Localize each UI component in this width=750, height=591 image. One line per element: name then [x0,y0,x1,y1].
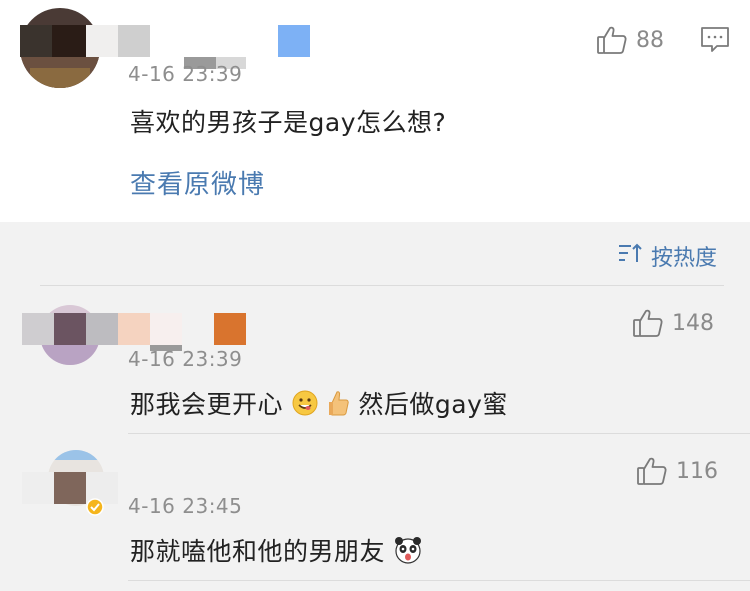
comment-timestamp: 4-16 23:45 [128,494,243,518]
post-like-count: 88 [636,27,664,53]
grin-emoji-icon [291,389,319,423]
post-timestamp: 4-16 23:39 [128,62,243,86]
sort-icon [617,242,643,270]
divider [40,285,724,286]
post-text: 喜欢的男孩子是gay怎么想? [130,108,447,137]
sort-label: 按热度 [651,246,718,271]
comment-like-button[interactable]: 148 [632,307,714,339]
comment-timestamp: 4-16 23:39 [128,347,243,371]
post-card: 4-16 23:39 喜欢的男孩子是gay怎么想? 查看原微博 88 [0,0,750,222]
thumbs-up-icon [636,455,668,487]
comment-like-count: 116 [676,458,718,484]
thumbs-up-icon [596,24,628,56]
comment-text: 那我会更开心 然后做gay蜜 [130,385,508,423]
comment-text: 那就嗑他和他的男朋友 [130,532,423,571]
view-original-link[interactable]: 查看原微博 [130,164,265,201]
comment-text-part: 然后做gay蜜 [358,390,508,419]
comment-text-part: 那就嗑他和他的男朋友 [130,537,386,566]
comment-text-part: 那我会更开心 [130,390,284,419]
panda-emoji-icon [393,535,423,571]
comment-like-count: 148 [672,310,714,336]
thumbs-up-emoji-icon [328,389,350,423]
comment-like-button[interactable]: 116 [636,455,718,487]
comment-icon[interactable] [700,26,730,58]
verified-badge-icon [86,498,104,520]
post-like-button[interactable]: 88 [596,24,664,56]
thumbs-up-icon [632,307,664,339]
divider [128,433,750,434]
sort-by-hot-button[interactable]: 按热度 [617,240,717,272]
divider [128,580,750,581]
